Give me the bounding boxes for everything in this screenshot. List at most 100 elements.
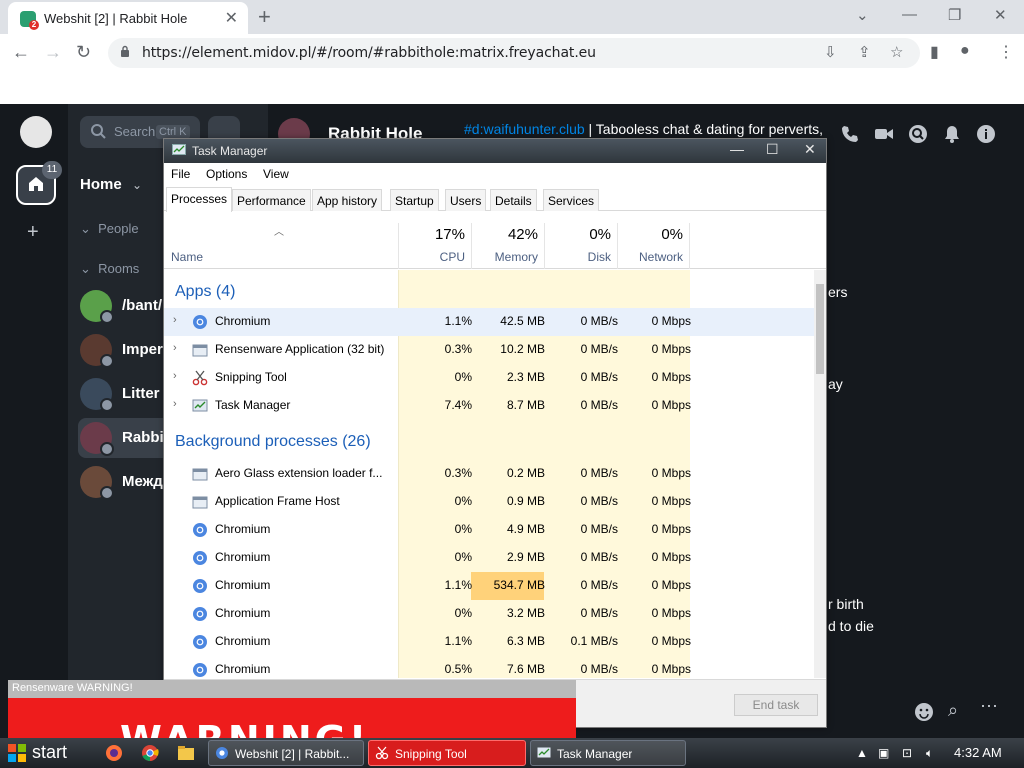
message-fragment: ers (828, 284, 848, 300)
browser-tab-strip: Webshit [2] | Rabbit Hole ✕ + ⌄ — ❐ ✕ (0, 0, 1024, 34)
minimize-icon[interactable]: — (902, 6, 917, 23)
warning-window: Rensenware WARNING! WARNING! (8, 680, 576, 742)
forward-button[interactable]: → (44, 42, 62, 63)
menu-options[interactable]: Options (206, 167, 247, 181)
warning-window-titlebar[interactable]: Rensenware WARNING! (8, 680, 576, 698)
tab-users[interactable]: Users (445, 189, 487, 211)
side-panel-icon[interactable]: ▮ (930, 42, 939, 62)
menu-file[interactable]: File (171, 167, 190, 181)
clock[interactable]: 4:32 AM (954, 745, 1002, 760)
memory-value: 6.3 MB (506, 634, 545, 648)
room-topic[interactable]: #d:waifuhunter.club | Tabooless chat & d… (464, 120, 844, 138)
taskbar-task-browser[interactable]: Webshit [2] | Rabbit... (208, 740, 364, 766)
memory-value: 3.2 MB (506, 606, 545, 620)
share-icon[interactable]: ⇪ (858, 43, 871, 61)
close-icon[interactable]: ✕ (804, 141, 816, 158)
tab-services[interactable]: Services (543, 189, 600, 211)
bookmark-star-icon[interactable]: ☆ (890, 43, 903, 61)
column-network[interactable]: 0% Network (617, 223, 690, 269)
end-task-button[interactable]: End task (734, 694, 818, 716)
process-row[interactable]: › Task Manager 7.4% 8.7 MB 0 MB/s 0 Mbps (164, 392, 814, 420)
unread-badge: 11 (42, 161, 62, 179)
process-name: Aero Glass extension loader f... (215, 466, 383, 480)
network-value: 0 Mbps (651, 606, 691, 620)
disk-value: 0.1 MB/s (570, 634, 618, 648)
room-search-icon[interactable] (908, 124, 928, 144)
tab-app-history[interactable]: App history (312, 189, 383, 211)
notifications-bell-icon[interactable] (942, 124, 962, 144)
attachment-icon[interactable]: ⌕ (948, 700, 958, 721)
process-row[interactable]: › Snipping Tool 0% 2.3 MB 0 MB/s 0 Mbps (164, 364, 814, 392)
tray-expand-icon[interactable]: ▲ (856, 746, 868, 760)
video-call-icon[interactable] (874, 124, 894, 144)
process-row[interactable]: Chromium 0% 3.2 MB 0 MB/s 0 Mbps (164, 600, 814, 628)
start-button[interactable]: start (0, 738, 92, 768)
tab-details[interactable]: Details (490, 189, 537, 211)
maximize-icon[interactable]: ☐ (766, 141, 779, 158)
restore-icon[interactable]: ❐ (948, 6, 961, 24)
process-row[interactable]: Chromium 0% 2.9 MB 0 MB/s 0 Mbps (164, 544, 814, 572)
process-row[interactable]: › Rensenware Application (32 bit) 0.3% 10.2… (164, 336, 814, 364)
column-cpu[interactable]: 17% CPU (398, 223, 471, 269)
chrome-icon[interactable] (140, 741, 160, 763)
apps-group-header[interactable]: Apps (4) (175, 283, 235, 301)
process-name: Chromium (215, 606, 271, 620)
search-shortcut: Ctrl K (156, 125, 190, 139)
room-info-icon[interactable] (976, 124, 996, 144)
process-row[interactable]: Chromium 1.1% 6.3 MB 0.1 MB/s 0 Mbps (164, 628, 814, 656)
expand-chevron-icon[interactable]: › (173, 342, 177, 354)
emoji-icon[interactable] (914, 702, 934, 722)
process-row[interactable]: Aero Glass extension loader f... 0.3% 0.2 … (164, 460, 814, 488)
back-button[interactable]: ← (12, 42, 30, 63)
tab-performance[interactable]: Performance (232, 189, 311, 211)
home-space-button[interactable]: 11 (16, 161, 62, 205)
chevron-down-icon[interactable]: ⌄ (132, 178, 142, 192)
network-icon[interactable]: ⊡ (902, 746, 912, 760)
minimize-icon[interactable]: — (730, 141, 744, 157)
taskbar-task-snipping[interactable]: Snipping Tool (368, 740, 526, 766)
background-group-header[interactable]: Background processes (26) (175, 433, 371, 451)
process-row[interactable]: Chromium 0.5% 7.6 MB 0 MB/s 0 Mbps (164, 656, 814, 678)
expand-chevron-icon[interactable]: › (173, 314, 177, 326)
process-list-scrollbar[interactable] (814, 270, 826, 678)
process-row[interactable]: Chromium 1.1% 534.7 MB 0 MB/s 0 Mbps (164, 572, 814, 600)
tab-startup[interactable]: Startup (390, 189, 439, 211)
people-section[interactable]: ⌄ People (80, 221, 139, 237)
process-row[interactable]: Application Frame Host 0% 0.9 MB 0 MB/s 0 Mb… (164, 488, 814, 516)
column-memory[interactable]: 42% Memory (471, 223, 544, 269)
disk-value: 0 MB/s (580, 342, 618, 356)
topic-link[interactable]: #d:waifuhunter.club (464, 121, 585, 137)
tab-search-chevron-icon[interactable]: ⌄ (856, 6, 869, 24)
scrollbar-thumb[interactable] (816, 284, 824, 374)
close-window-icon[interactable]: ✕ (994, 6, 1007, 24)
column-name[interactable]: Name (171, 250, 203, 264)
close-tab-icon[interactable]: ✕ (225, 8, 238, 28)
expand-chevron-icon[interactable]: › (173, 398, 177, 410)
tab-processes[interactable]: Processes (166, 187, 233, 212)
profile-icon[interactable]: ● (960, 42, 970, 60)
install-app-icon[interactable]: ⇩ (824, 43, 837, 61)
add-space-button[interactable]: + (27, 221, 39, 244)
home-heading[interactable]: Home (80, 176, 122, 193)
more-options-icon[interactable]: ⋯ (980, 696, 998, 717)
task-manager-titlebar[interactable]: Task Manager — ☐ ✕ (164, 139, 826, 163)
user-avatar[interactable] (20, 116, 52, 148)
address-bar[interactable]: https://element.midov.pl/#/room/#rabbith… (108, 38, 920, 68)
file-explorer-icon[interactable] (176, 741, 196, 763)
menu-view[interactable]: View (263, 167, 289, 181)
firefox-icon[interactable] (104, 741, 124, 763)
chrome-menu-icon[interactable]: ⋮ (998, 42, 1014, 62)
process-row[interactable]: Chromium 0% 4.9 MB 0 MB/s 0 Mbps (164, 516, 814, 544)
taskbar-task-taskmanager[interactable]: Task Manager (530, 740, 686, 766)
expand-chevron-icon[interactable]: › (173, 370, 177, 382)
reload-button[interactable]: ↻ (76, 42, 91, 63)
rooms-section[interactable]: ⌄ Rooms (80, 261, 139, 277)
volume-icon[interactable]: 🔈︎ (926, 746, 933, 761)
column-disk[interactable]: 0% Disk (544, 223, 617, 269)
new-tab-button[interactable]: + (258, 4, 271, 30)
tray-app-icon[interactable]: ▣ (878, 746, 889, 760)
sort-chevron-icon[interactable]: ︿ (274, 223, 284, 238)
process-row[interactable]: › Chromium 1.1% 42.5 MB 0 MB/s 0 Mbps (164, 308, 814, 336)
phone-icon[interactable] (840, 124, 860, 144)
browser-tab[interactable]: Webshit [2] | Rabbit Hole ✕ (8, 2, 248, 34)
